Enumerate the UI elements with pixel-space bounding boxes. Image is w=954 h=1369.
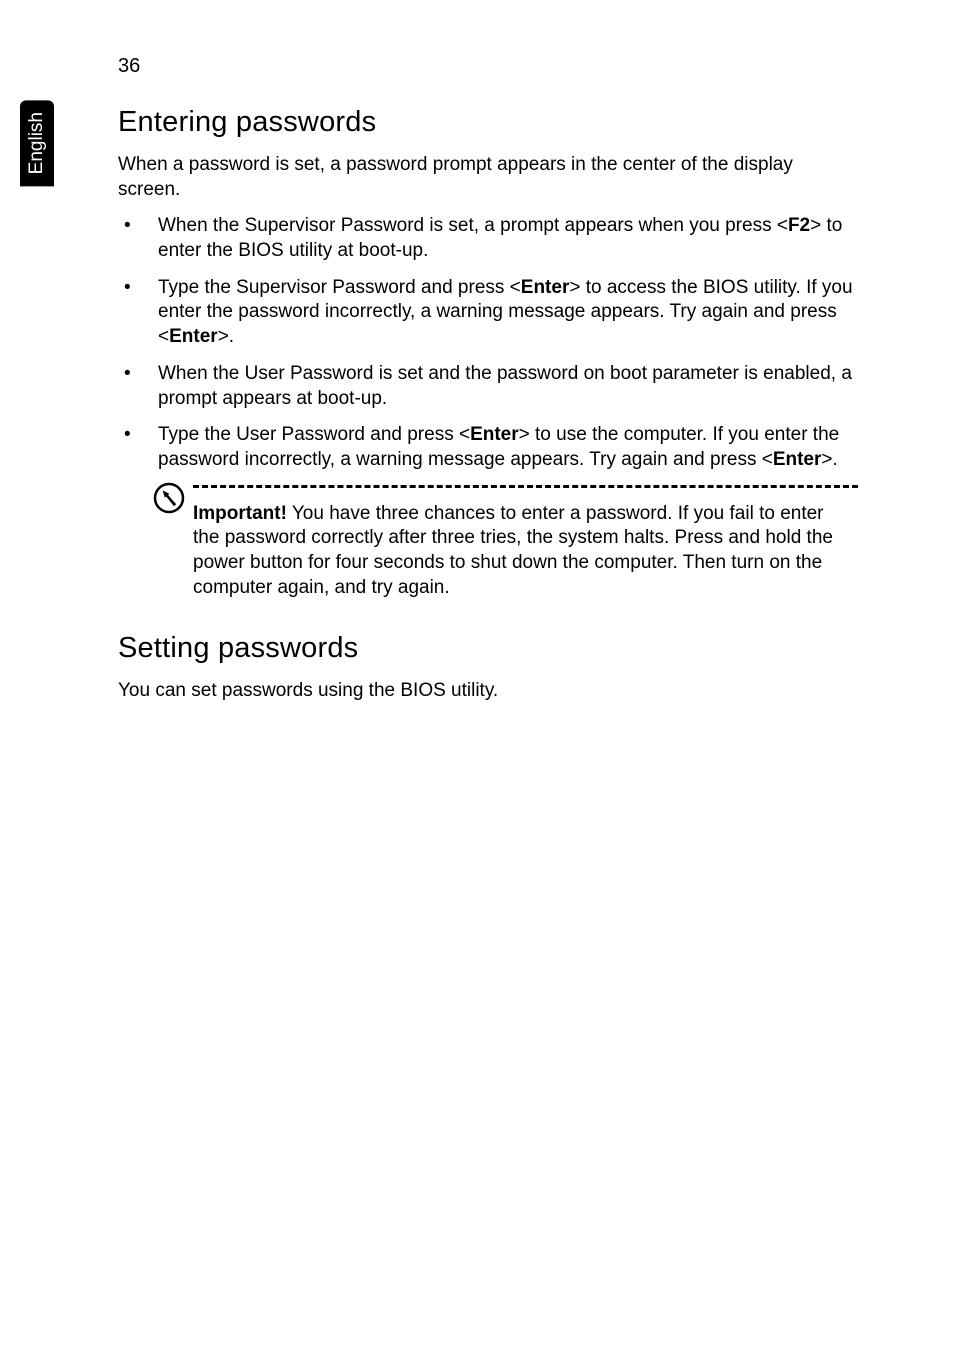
bullet-text: Type the User Password and press < (158, 424, 470, 445)
note-text: Important! You have three chances to ent… (193, 502, 858, 601)
note-divider (193, 485, 858, 488)
heading-setting-passwords: Setting passwords (118, 632, 858, 665)
page-content: 36 Entering passwords When a password is… (118, 55, 858, 716)
page-number: 36 (118, 55, 858, 78)
key-label: Enter (169, 326, 218, 347)
key-label: Enter (470, 424, 519, 445)
bullet-text: Type the Supervisor Password and press < (158, 277, 521, 298)
bullet-text: When the User Password is set and the pa… (158, 363, 852, 409)
intro-paragraph-2: You can set passwords using the BIOS uti… (118, 679, 858, 704)
bullet-text: >. (821, 449, 837, 470)
list-item: Type the Supervisor Password and press <… (118, 276, 858, 350)
bullet-text: >. (218, 326, 234, 347)
bullet-list-1: When the Supervisor Password is set, a p… (118, 214, 858, 472)
intro-paragraph-1: When a password is set, a password promp… (118, 153, 858, 202)
list-item: Type the User Password and press <Enter>… (118, 423, 858, 472)
language-tab: English (20, 100, 54, 186)
section-setting-passwords: Setting passwords You can set passwords … (118, 632, 858, 704)
important-note: Important! You have three chances to ent… (158, 485, 858, 601)
note-body: You have three chances to enter a passwo… (193, 503, 833, 598)
key-label: F2 (788, 215, 810, 236)
key-label: Enter (521, 277, 570, 298)
note-label: Important! (193, 503, 287, 524)
list-item: When the User Password is set and the pa… (118, 362, 858, 411)
bullet-text: When the Supervisor Password is set, a p… (158, 215, 788, 236)
pin-icon (152, 481, 186, 515)
key-label: Enter (773, 449, 822, 470)
heading-entering-passwords: Entering passwords (118, 106, 858, 139)
list-item: When the Supervisor Password is set, a p… (118, 214, 858, 263)
